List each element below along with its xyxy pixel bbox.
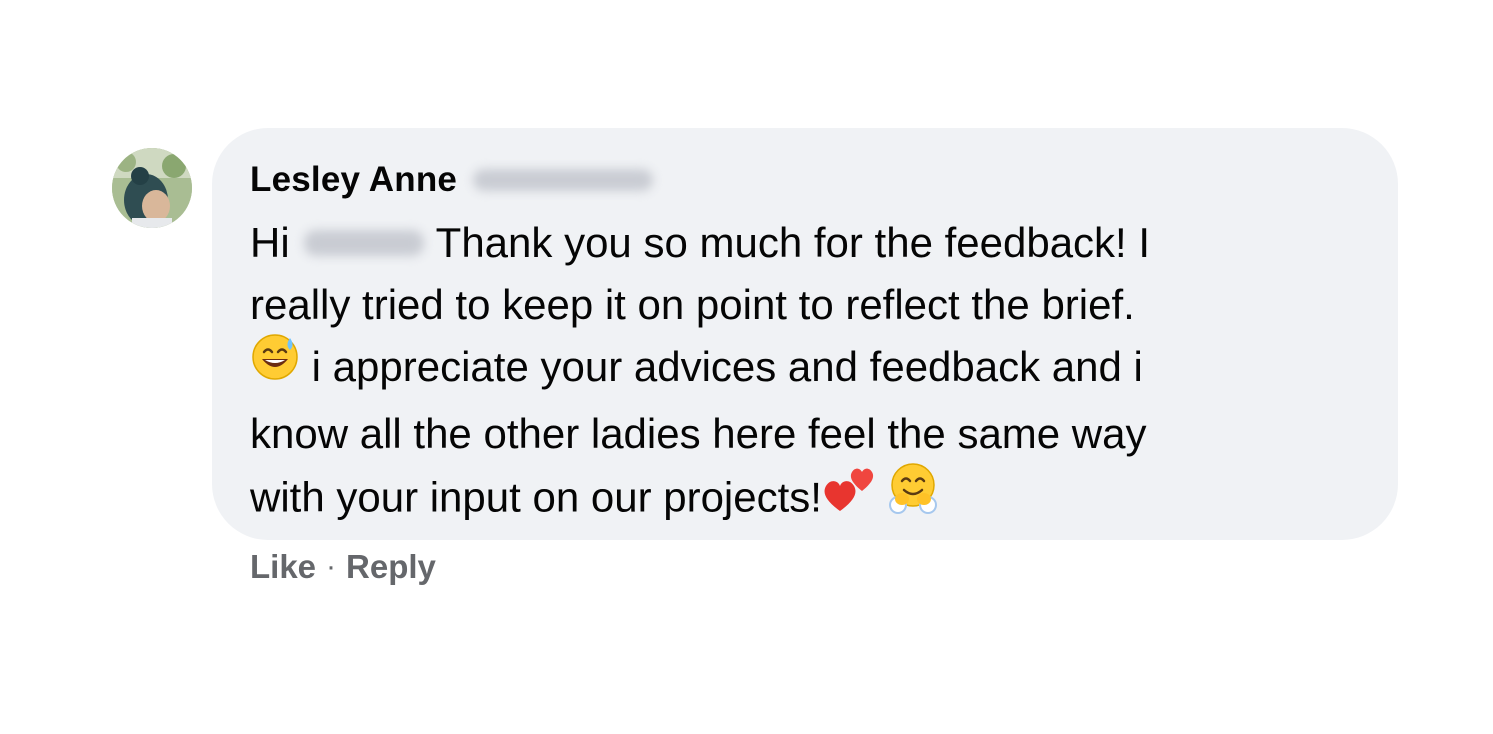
grinning-face-with-sweat-icon — [250, 332, 300, 399]
author-name[interactable]: Lesley Anne — [250, 160, 457, 200]
author-surname-redacted — [473, 169, 654, 191]
comment-line-5: with your input on our projects! — [250, 463, 1362, 536]
action-separator: · — [326, 550, 337, 583]
comment-line-3: i appreciate your advices and feedback a… — [250, 334, 1362, 403]
like-button[interactable]: Like — [250, 548, 316, 586]
hugging-face-icon — [886, 461, 940, 532]
avatar[interactable] — [112, 148, 192, 228]
comment-line-4: know all the other ladies here feel the … — [250, 410, 1147, 458]
two-hearts-icon — [822, 461, 880, 532]
author-row: Lesley Anne — [250, 158, 1362, 202]
comment-line-1: Hi Thank you so much for the feedback! I — [250, 219, 1151, 266]
comment-line-2: really tried to keep it on point to refl… — [250, 281, 1135, 328]
comment-bubble: Lesley Anne Hi Thank you so much for the … — [212, 128, 1398, 540]
comment: Lesley Anne Hi Thank you so much for the … — [0, 0, 1493, 734]
greeting: Hi — [250, 219, 290, 266]
comment-text: Hi Thank you so much for the feedback! I … — [250, 212, 1362, 536]
recipient-name-redacted — [303, 229, 424, 256]
comment-actions: Like · Reply — [250, 548, 436, 586]
reply-button[interactable]: Reply — [346, 548, 436, 586]
